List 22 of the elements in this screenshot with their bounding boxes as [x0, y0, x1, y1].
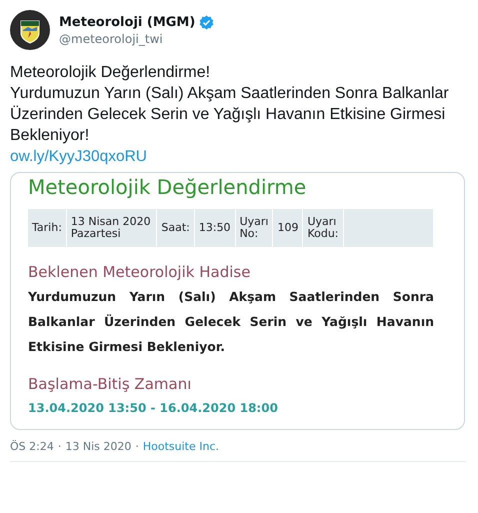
tweet-date: 13 Nis 2020 — [65, 440, 132, 453]
table-cell: 13:50 — [194, 209, 236, 247]
time-range: 13.04.2020 13:50 - 16.04.2020 18:00 — [28, 401, 279, 415]
source-link[interactable]: Hootsuite Inc. — [142, 440, 219, 453]
tweet-time: ÖS 2:24 — [10, 440, 54, 453]
table-cell: Uyarı Kodu: — [303, 209, 344, 247]
section-text: Yurdumuzun Yarın (Salı) Akşam Saatlerinden Sonra Balkanlar Üzerinden Gelecek Serin ve Yağışlı Havanın Etkisine Girmesi Bekleniyor. — [28, 288, 434, 356]
separator-dot: · — [58, 440, 62, 453]
avatar[interactable] — [10, 10, 50, 50]
separator-dot: · — [135, 440, 139, 453]
section-heading: Beklenen Meteorolojik Hadise — [28, 263, 252, 281]
table-cell: 109 — [273, 209, 304, 247]
tweet-link[interactable]: ow.ly/KyyJ30qxoRU — [10, 148, 147, 166]
table-cell: Uyarı No: — [236, 209, 274, 247]
section-heading: Başlama-Bitiş Zamanı — [28, 375, 192, 393]
table-cell: Saat: — [157, 209, 195, 247]
tweet-text: Meteorolojik Değerlendirme! Yurdumuzun Yarın (Salı) Akşam Saatlerinden Sonra Balkanlar Üzerinden Gelecek Serin ve Yağışlı Havanın Etkisine Girmesi Bekleniyor! — [10, 63, 450, 146]
card-title: Meteorolojik Değerlendirme — [28, 175, 308, 199]
table-cell: 13 Nisan 2020 Pazartesi — [66, 209, 158, 247]
account-name[interactable]: Meteoroloji (MGM) — [59, 14, 196, 30]
table-cell: Tarih: — [28, 209, 67, 247]
account-handle[interactable]: @meteoroloji_twi — [59, 32, 214, 46]
